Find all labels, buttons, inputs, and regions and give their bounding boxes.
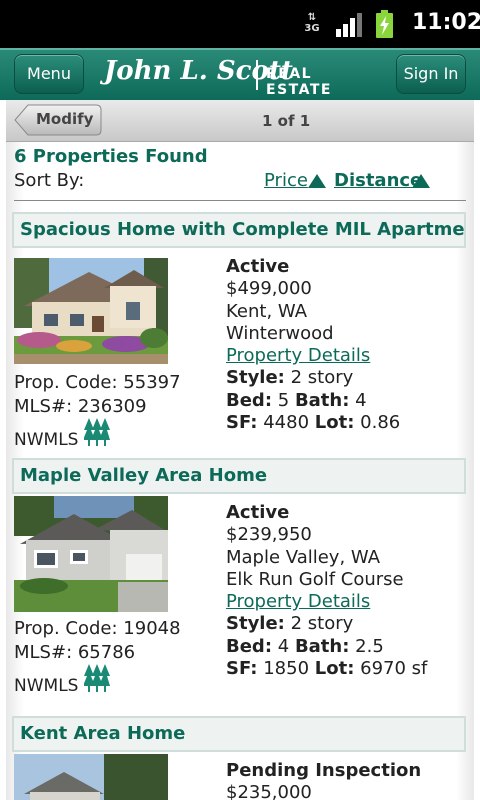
listing-price: $499,000 [226, 278, 312, 300]
property-photo[interactable] [14, 754, 168, 800]
prop-code: Prop. Code: 19048 [14, 618, 181, 639]
nwmls-trees-icon [84, 664, 110, 692]
listing-title[interactable]: Kent Area Home [12, 716, 466, 752]
listing-price: $235,000 [226, 782, 312, 800]
listing-title[interactable]: Spacious Home with Complete MIL Apartmen… [12, 212, 466, 248]
mls-number: MLS#: 65786 [14, 642, 136, 663]
modify-label: Modify [36, 110, 94, 128]
nwmls-label: NWMLS [14, 430, 79, 450]
results-content: 6 Properties Found Sort By: Price Distan… [6, 142, 474, 800]
brand-logo: John L. Scott REAL ESTATE [104, 56, 384, 98]
triangle-up-icon [308, 174, 326, 188]
listing-info: Active $239,950 Maple Valley, WA Elk Run… [226, 502, 427, 680]
listing-status: Pending Inspection [226, 760, 422, 781]
modify-button[interactable]: Modify [14, 104, 102, 136]
listing-city: Kent, WA [226, 300, 308, 322]
logo-separator [256, 60, 258, 90]
listing-status: Active [226, 502, 290, 523]
logo-name: John L. Scott [104, 56, 293, 86]
status-bar: ⇅ 3G 11:02 [0, 0, 480, 48]
network-3g-icon: ⇅ 3G [304, 12, 320, 34]
logo-tagline: REAL ESTATE [266, 66, 332, 98]
page-indicator: 1 of 1 [262, 112, 311, 130]
listing-card: Maple Valley Area Home Prop. Code: 19048… [6, 458, 474, 698]
listing-city: Maple Valley, WA [226, 546, 381, 568]
listing-title[interactable]: Maple Valley Area Home [12, 458, 466, 494]
sort-by-label: Sort By: [14, 170, 85, 191]
listing-card: Spacious Home with Complete MIL Apartmen… [6, 212, 474, 452]
signal-bars-icon [336, 13, 362, 37]
clock-time: 11:02 [412, 10, 480, 35]
property-photo[interactable] [14, 496, 168, 612]
listing-sf-lot: SF: 4480 Lot: 0.86 [226, 412, 401, 434]
sign-in-button[interactable]: Sign In [396, 54, 466, 94]
listing-sf-lot: SF: 1850 Lot: 6970 sf [226, 658, 428, 680]
listing-style: Style: 2 story [226, 367, 354, 389]
property-photo[interactable] [14, 258, 168, 364]
listing-price: $239,950 [226, 524, 312, 546]
nwmls-trees-icon [84, 418, 110, 446]
sort-price-link[interactable]: Price [264, 170, 308, 191]
results-toolbar: Modify 1 of 1 [6, 100, 474, 142]
menu-button[interactable]: Menu [14, 54, 84, 94]
listing-status: Active [226, 256, 290, 277]
listing-info: Pending Inspection $235,000 [226, 760, 421, 800]
mls-number: MLS#: 236309 [14, 396, 147, 417]
prop-code: Prop. Code: 55397 [14, 372, 181, 393]
listing-style: Style: 2 story [226, 613, 354, 635]
listing-card: Kent Area Home Pending Inspection $235,0… [6, 716, 474, 800]
property-details-link[interactable]: Property Details [226, 345, 400, 367]
listing-area: Winterwood [226, 322, 334, 344]
property-details-link[interactable]: Property Details [226, 591, 427, 613]
listing-info: Active $499,000 Kent, WA Winterwood Prop… [226, 256, 400, 434]
results-count: 6 Properties Found [14, 146, 208, 167]
listing-area: Elk Run Golf Course [226, 568, 404, 590]
listing-bed-bath: Bed: 5 Bath: 4 [226, 389, 367, 411]
battery-charging-icon [376, 10, 393, 38]
app-header: Menu John L. Scott REAL ESTATE Sign In [0, 48, 480, 100]
listing-bed-bath: Bed: 4 Bath: 2.5 [226, 635, 384, 657]
triangle-up-icon [412, 174, 430, 188]
sort-distance-link[interactable]: Distance [334, 170, 422, 191]
divider [14, 200, 466, 201]
nwmls-label: NWMLS [14, 676, 79, 696]
